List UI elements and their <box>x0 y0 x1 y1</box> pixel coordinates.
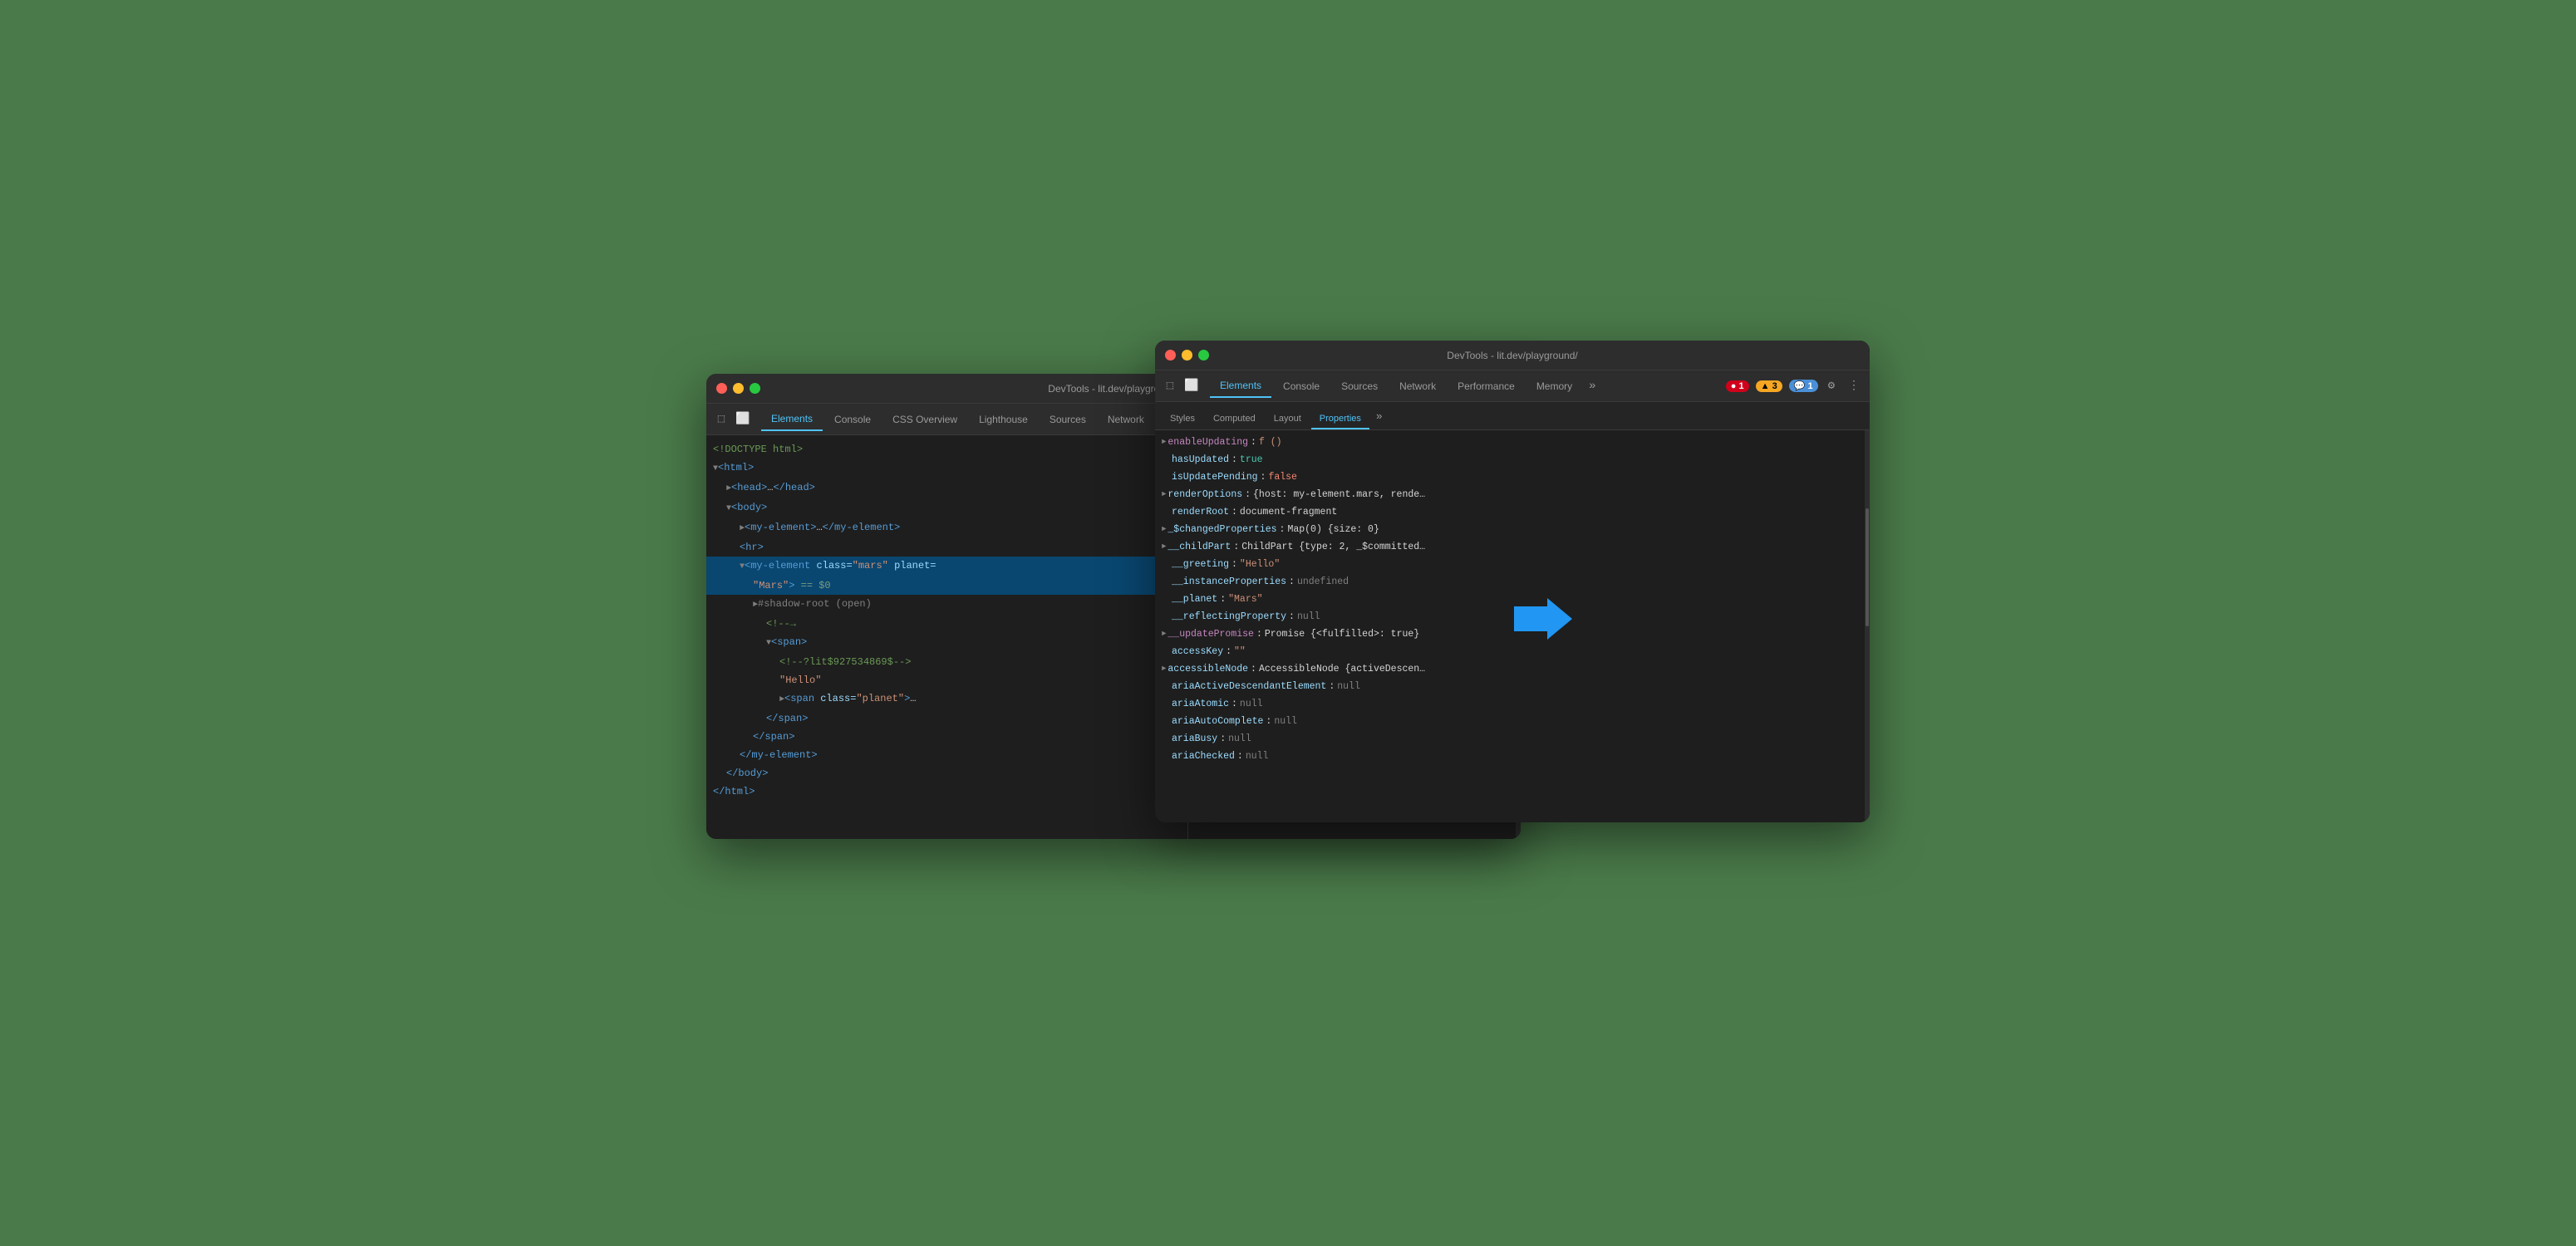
more-icon-front[interactable]: ⋮ <box>1845 375 1863 396</box>
tabbar-right-front: ● 1 ▲ 3 💬 1 ⚙ ⋮ <box>1726 375 1863 396</box>
prop-line: ►accessibleNode: AccessibleNode {activeD… <box>1155 660 1870 678</box>
tab-lighthouse-back[interactable]: Lighthouse <box>969 409 1038 430</box>
traffic-light-yellow-back[interactable] <box>733 383 744 394</box>
tab-memory-front[interactable]: Memory <box>1526 375 1582 397</box>
tab-elements-front[interactable]: Elements <box>1210 375 1271 398</box>
tabbar-front: ⬚ ⬜ Elements Console Sources Network Per… <box>1155 370 1870 402</box>
dom-line: </body> <box>706 764 1187 782</box>
dom-line: "Hello" <box>706 671 1187 689</box>
toolbar-icons-front: ⬚ ⬜ <box>1162 378 1200 395</box>
front-main-content: Styles Computed Layout Properties » ►ena… <box>1155 402 1870 822</box>
traffic-light-green-back[interactable] <box>750 383 760 394</box>
dom-line: </span> <box>706 709 1187 728</box>
tab-performance-front[interactable]: Performance <box>1448 375 1525 397</box>
titlebar-title-front: DevTools - lit.dev/playground/ <box>1447 350 1577 361</box>
dom-line: ▼<span> <box>706 633 1187 653</box>
prop-line: ►_$changedProperties: Map(0) {size: 0} <box>1155 521 1870 538</box>
prop-line: accessKey: "" <box>1155 643 1870 660</box>
devtools-window-front: DevTools - lit.dev/playground/ ⬚ ⬜ Eleme… <box>1155 341 1870 822</box>
dom-line: ►<head>…</head> <box>706 478 1187 498</box>
tab-css-overview-back[interactable]: CSS Overview <box>882 409 967 430</box>
scrollbar-track-front[interactable] <box>1865 430 1870 822</box>
dom-line: ►#shadow-root (open) <box>706 595 1187 615</box>
dom-line: </span> <box>706 728 1187 746</box>
dom-line: <!--→ <box>706 615 1187 633</box>
traffic-light-yellow-front[interactable] <box>1182 350 1192 361</box>
traffic-light-red-front[interactable] <box>1165 350 1176 361</box>
titlebar-front: DevTools - lit.dev/playground/ <box>1155 341 1870 370</box>
prop-line: ariaChecked: null <box>1155 748 1870 765</box>
prop-line: ►__updatePromise: Promise {<fulfilled>: … <box>1155 625 1870 643</box>
badge-info-front: 💬 1 <box>1789 380 1818 392</box>
panel-tab-layout-front[interactable]: Layout <box>1266 410 1310 429</box>
dom-line: ►<my-element>…</my-element> <box>706 518 1187 538</box>
device-icon-back[interactable]: ⬜ <box>735 411 751 428</box>
dom-line: ►<span class="planet">… <box>706 689 1187 709</box>
tab-console-back[interactable]: Console <box>824 409 881 430</box>
dom-line: <hr> <box>706 538 1187 557</box>
toolbar-icons-back: ⬚ ⬜ <box>713 411 751 428</box>
settings-icon-front[interactable]: ⚙ <box>1825 375 1838 396</box>
traffic-lights-front <box>1165 350 1209 361</box>
dom-line: ▼<body> <box>706 498 1187 518</box>
prop-line: ariaBusy: null <box>1155 730 1870 748</box>
cursor-icon-front[interactable]: ⬚ <box>1162 378 1178 395</box>
tab-network-back[interactable]: Network <box>1098 409 1154 430</box>
prop-line: hasUpdated: true <box>1155 451 1870 468</box>
badge-error-front: ● 1 <box>1726 380 1749 392</box>
dom-line: </html> <box>706 782 1187 801</box>
prop-line: __greeting: "Hello" <box>1155 556 1870 573</box>
dom-panel-back[interactable]: <!DOCTYPE html> ▼<html> ►<head>…</head> … <box>706 435 1188 839</box>
prop-line: ariaAtomic: null <box>1155 695 1870 713</box>
dom-line-selected-2: "Mars"> == $0 <box>706 576 1187 595</box>
traffic-light-red-back[interactable] <box>716 383 727 394</box>
scrollbar-thumb-front[interactable] <box>1866 508 1869 626</box>
prop-line: renderRoot: document-fragment <box>1155 503 1870 521</box>
panel-tab-more-front[interactable]: » <box>1371 407 1388 426</box>
screenshot-container: DevTools - lit.dev/playground/ ⬚ ⬜ Eleme… <box>706 341 1870 905</box>
traffic-light-green-front[interactable] <box>1198 350 1209 361</box>
dom-line: <!DOCTYPE html> <box>706 440 1187 459</box>
panel-tabbar-front: Styles Computed Layout Properties » <box>1155 402 1870 430</box>
tab-more-front[interactable]: » <box>1584 376 1600 396</box>
prop-line: __reflectingProperty: null <box>1155 608 1870 625</box>
properties-content-front[interactable]: ►enableUpdating: f () hasUpdated: true i… <box>1155 430 1870 822</box>
tab-sources-front[interactable]: Sources <box>1331 375 1388 397</box>
properties-panel-front: Styles Computed Layout Properties » ►ena… <box>1155 402 1870 822</box>
tab-elements-back[interactable]: Elements <box>761 408 823 431</box>
dom-line: <!--?lit$927534869$--> <box>706 653 1187 671</box>
prop-line: __planet: "Mars" <box>1155 591 1870 608</box>
tab-network-front[interactable]: Network <box>1389 375 1446 397</box>
dom-line: ▼<html> <box>706 459 1187 478</box>
prop-line: isUpdatePending: false <box>1155 468 1870 486</box>
tab-sources-back[interactable]: Sources <box>1040 409 1096 430</box>
prop-line: ►enableUpdating: f () <box>1155 434 1870 451</box>
traffic-lights-back <box>716 383 760 394</box>
panel-tab-properties-front[interactable]: Properties <box>1311 410 1369 429</box>
prop-line: ►__childPart: ChildPart {type: 2, _$comm… <box>1155 538 1870 556</box>
badge-warn-front: ▲ 3 <box>1756 380 1782 392</box>
prop-line: ariaActiveDescendantElement: null <box>1155 678 1870 695</box>
device-icon-front[interactable]: ⬜ <box>1183 378 1200 395</box>
blue-arrow <box>1514 598 1572 640</box>
prop-line: ariaAutoComplete: null <box>1155 713 1870 730</box>
dom-line-selected: ▼<my-element class="mars" planet= <box>706 557 1187 576</box>
prop-line: __instanceProperties: undefined <box>1155 573 1870 591</box>
dom-line: </my-element> <box>706 746 1187 764</box>
cursor-icon-back[interactable]: ⬚ <box>713 411 730 428</box>
tab-console-front[interactable]: Console <box>1273 375 1330 397</box>
prop-line: ►renderOptions: {host: my-element.mars, … <box>1155 486 1870 503</box>
panel-tab-styles-front[interactable]: Styles <box>1162 410 1203 429</box>
panel-tab-computed-front[interactable]: Computed <box>1205 410 1264 429</box>
